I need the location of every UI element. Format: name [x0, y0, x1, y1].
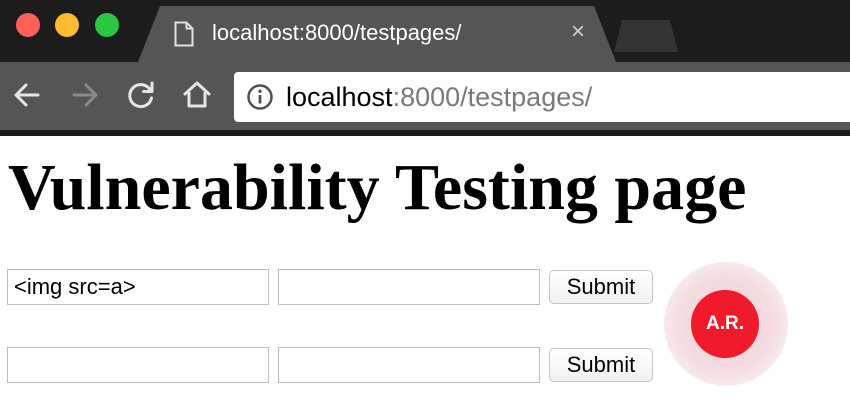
home-button[interactable] [180, 78, 214, 112]
zoom-window-button[interactable] [95, 13, 119, 37]
close-window-button[interactable] [16, 13, 40, 37]
url-host: localhost [286, 82, 393, 112]
url-path: :8000/testpages/ [392, 82, 593, 112]
form1-field2-input[interactable] [278, 269, 540, 305]
browser-toolbar: localhost:8000/testpages/ [0, 62, 850, 130]
minimize-window-button[interactable] [55, 13, 79, 37]
tab-active[interactable]: localhost:8000/testpages/ × [138, 6, 616, 62]
tab-close-button[interactable]: × [566, 17, 590, 47]
home-icon [183, 81, 211, 108]
form2-submit-button[interactable]: Submit [549, 348, 653, 382]
form1-field1-input[interactable] [7, 269, 269, 305]
form2-field1-input[interactable] [7, 347, 269, 383]
arrow-right-icon [72, 83, 98, 107]
form2-field2-input[interactable] [278, 347, 540, 383]
new-tab-button[interactable] [614, 20, 678, 52]
chrome-divider [0, 130, 850, 136]
forward-button[interactable] [68, 78, 102, 112]
info-icon[interactable] [246, 83, 274, 111]
browser-titlebar: localhost:8000/testpages/ × [0, 0, 850, 62]
page-title: Vulnerability Testing page [8, 151, 747, 224]
tab-title: localhost:8000/testpages/ [212, 20, 462, 45]
form1-submit-button[interactable]: Submit [549, 270, 653, 304]
document-icon [174, 21, 194, 47]
arrow-left-icon [14, 83, 40, 107]
reload-icon [128, 81, 154, 109]
address-bar[interactable]: localhost:8000/testpages/ [234, 72, 850, 122]
avatar[interactable]: A.R. [691, 290, 759, 358]
reload-button[interactable] [124, 78, 158, 112]
url-text[interactable]: localhost:8000/testpages/ [286, 83, 592, 111]
back-button[interactable] [10, 78, 44, 112]
